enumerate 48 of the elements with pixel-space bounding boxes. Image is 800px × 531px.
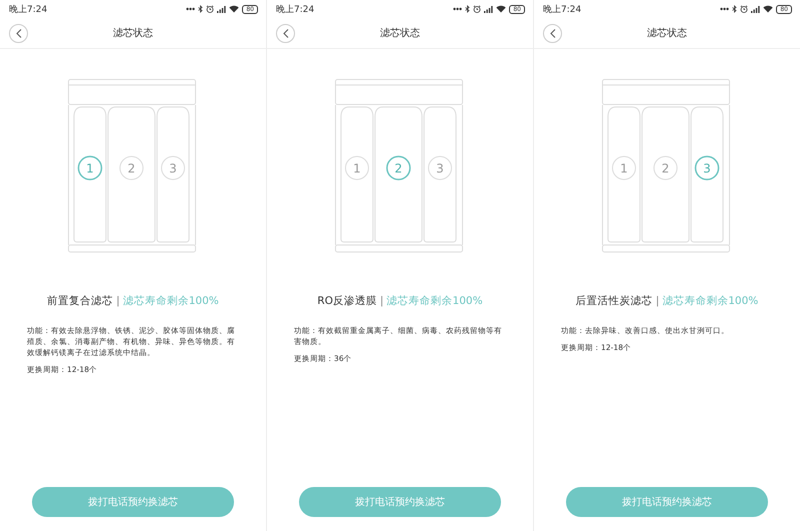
separator-text: | [656,295,660,307]
chevron-left-icon [550,29,556,38]
call-to-replace-button[interactable]: 拨打电话预约换滤芯 [32,487,234,517]
filter-cartridge[interactable]: 2 [374,106,422,242]
filter-cartridge[interactable]: 2 [642,106,690,242]
status-time: 晚上7:24 [9,4,48,16]
filter-name: 前置复合滤芯 [47,294,114,308]
filter-name: RO反渗透膜 [317,294,377,308]
back-button[interactable] [9,24,28,43]
filter-cartridge[interactable]: 1 [340,106,374,242]
more-dots-icon [453,7,462,11]
alarm-clock-icon [206,5,214,13]
alarm-clock-icon [473,5,482,13]
filter-cartridge[interactable]: 3 [424,106,456,242]
filter-name: 后置活性炭滤芯 [576,294,653,308]
filter-life-text: 滤芯寿命剩余100% [122,294,219,308]
bluetooth-icon [198,5,204,13]
chevron-left-icon [282,29,288,38]
more-dots-icon [720,7,730,11]
signal-icon [751,6,760,12]
chevron-left-icon [16,29,22,38]
wifi-icon [496,5,506,13]
wifi-icon [763,5,774,13]
filter-cartridge[interactable]: 1 [74,106,106,242]
separator-text: | [380,295,384,307]
call-to-replace-button[interactable]: 拨打电话预约换滤芯 [299,487,501,517]
filter-life-text: 滤芯寿命剩余100% [386,294,483,308]
status-time: 晚上7:24 [276,4,314,16]
back-button[interactable] [276,24,295,43]
status-time: 晚上7:24 [543,4,582,16]
bluetooth-icon [465,5,470,13]
signal-icon [217,6,226,12]
call-to-replace-button[interactable]: 拨打电话预约换滤芯 [566,487,768,517]
filter-cartridge[interactable]: 3 [156,106,190,242]
filter-cartridge[interactable]: 1 [608,106,640,242]
screen-title: 滤芯状态 [113,26,153,40]
filter-life-text: 滤芯寿命剩余100% [662,294,758,308]
signal-icon [484,6,494,12]
alarm-clock-icon [740,5,748,13]
filter-cartridge[interactable]: 2 [108,106,156,242]
wifi-icon [229,5,240,13]
filter-cartridge[interactable]: 3 [690,106,724,242]
back-button[interactable] [543,24,562,43]
separator-text: | [116,295,120,307]
more-dots-icon [186,7,196,11]
screen-title: 滤芯状态 [647,26,687,40]
bluetooth-icon [732,5,738,13]
screen-title: 滤芯状态 [380,26,420,40]
